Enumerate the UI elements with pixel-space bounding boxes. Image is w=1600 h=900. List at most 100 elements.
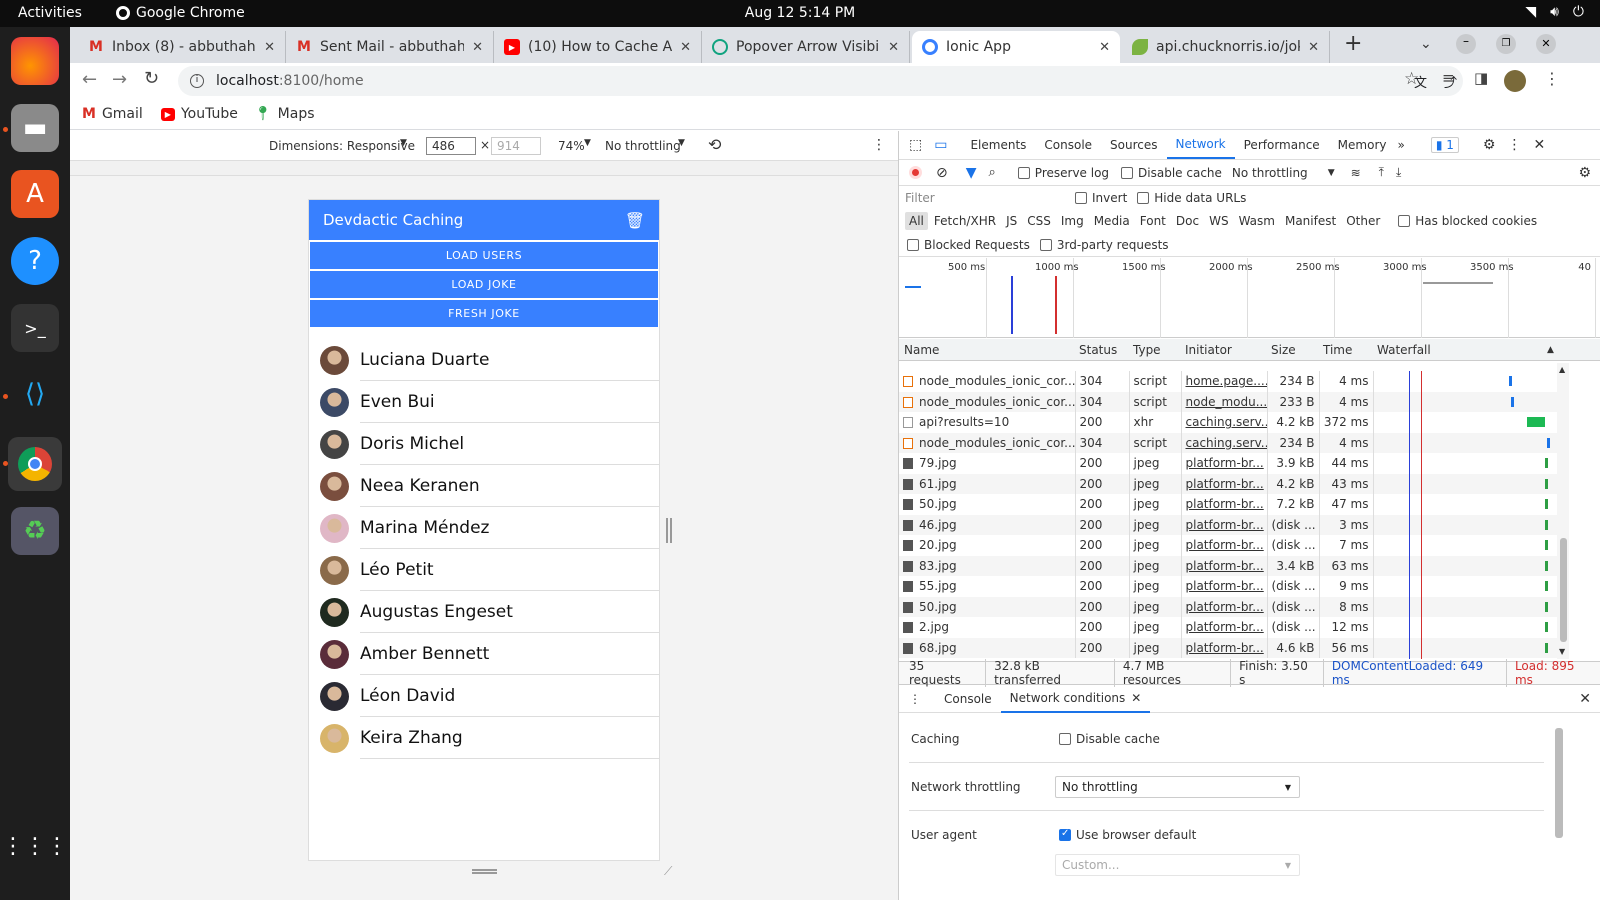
timeline-overview[interactable]: 500 ms 1000 ms 1500 ms 2000 ms 2500 ms 3000 m…: [899, 258, 1600, 338]
filter-input[interactable]: Filter: [905, 191, 1065, 205]
filter-font[interactable]: Font: [1136, 212, 1170, 230]
close-icon[interactable]: ✕: [888, 40, 899, 55]
bookmark-youtube[interactable]: ▶ YouTube: [160, 106, 238, 122]
dimensions-select[interactable]: Dimensions: Responsive: [269, 139, 415, 153]
avatar[interactable]: [1504, 70, 1526, 92]
tab-search-chevron-icon[interactable]: ⌄: [1420, 36, 1432, 52]
cell-initiator[interactable]: node_modu...: [1181, 391, 1268, 412]
table-row[interactable]: node_modules_ionic_cor... 304 script node_m…: [899, 391, 1559, 412]
tab-0[interactable]: M Inbox (8) - abbuthahir ✕: [78, 31, 286, 63]
user-agent-select[interactable]: Custom... ▼: [1055, 854, 1300, 876]
new-tab-button[interactable]: +: [1344, 31, 1362, 56]
reading-list-icon[interactable]: ≡: [1442, 69, 1455, 87]
filter-manifest[interactable]: Manifest: [1281, 212, 1340, 230]
menu-icon[interactable]: ⋮: [1544, 69, 1560, 88]
close-icon[interactable]: ✕: [264, 40, 275, 55]
system-tray[interactable]: ◥ 🔊︎ ⏻: [1525, 4, 1584, 20]
filter-other[interactable]: Other: [1342, 212, 1384, 230]
preserve-log-checkbox[interactable]: [1017, 166, 1030, 179]
cell-initiator[interactable]: caching.serv...: [1181, 432, 1268, 453]
cell-initiator[interactable]: platform-br...: [1181, 555, 1268, 576]
filter-doc[interactable]: Doc: [1172, 212, 1203, 230]
tab-5[interactable]: api.chucknorris.io/jokes ✕: [1122, 31, 1330, 63]
cell-initiator[interactable]: platform-br...: [1181, 596, 1268, 617]
tab-sources[interactable]: Sources: [1101, 131, 1166, 159]
filter-ws[interactable]: WS: [1205, 212, 1232, 230]
drawer-tab-network-conditions[interactable]: Network conditions ✕: [1000, 685, 1151, 713]
table-row[interactable]: 79.jpg 200 jpeg platform-br... 3.9 kB 44 ms: [899, 453, 1559, 474]
cell-initiator[interactable]: caching.serv...: [1181, 412, 1268, 433]
chrome-icon[interactable]: [8, 437, 62, 491]
drawer-menu-icon[interactable]: ⋮: [909, 692, 921, 706]
list-item[interactable]: Neea Keranen: [309, 465, 659, 507]
bookmark-gmail[interactable]: M Gmail: [82, 106, 143, 122]
table-row[interactable]: 50.jpg 200 jpeg platform-br... 7.2 kB 47 ms: [899, 494, 1559, 515]
settings-gear-icon[interactable]: ⚙: [1483, 137, 1496, 153]
tab-3[interactable]: Popover Arrow Visibility ✕: [702, 31, 910, 63]
minimize-button[interactable]: –: [1456, 34, 1476, 54]
list-item[interactable]: Léo Petit: [309, 549, 659, 591]
import-har-icon[interactable]: ⤒: [1379, 165, 1384, 180]
blocked-requests-checkbox[interactable]: [907, 238, 919, 251]
drawer-disable-cache[interactable]: Disable cache: [1059, 732, 1160, 746]
close-icon[interactable]: ✕: [1131, 691, 1141, 705]
reload-button[interactable]: ↻: [144, 68, 159, 89]
table-row[interactable]: api?results=10 200 xhr caching.serv... 4.2 k…: [899, 412, 1559, 433]
column-initiator[interactable]: Initiator: [1185, 343, 1232, 357]
forward-button[interactable]: →: [112, 69, 127, 90]
cell-initiator[interactable]: platform-br...: [1181, 494, 1268, 515]
search-icon[interactable]: ⌕: [989, 165, 996, 180]
disable-cache-checkbox[interactable]: [1121, 166, 1134, 179]
filter-icon[interactable]: ▼: [966, 165, 977, 181]
close-icon[interactable]: ✕: [1099, 40, 1110, 55]
side-panel-icon[interactable]: ◨: [1474, 69, 1488, 87]
trash-icon[interactable]: 🗑︎: [625, 211, 645, 230]
more-tabs-icon[interactable]: »: [1397, 138, 1404, 152]
close-icon[interactable]: ✕: [1308, 40, 1319, 55]
scroll-up-icon[interactable]: ▲: [1559, 365, 1565, 374]
load-users-button[interactable]: LOAD USERS: [310, 242, 658, 269]
tab-1[interactable]: M Sent Mail - abbuthahir ✕: [286, 31, 494, 63]
close-icon[interactable]: ✕: [472, 40, 483, 55]
help-icon[interactable]: ?: [11, 237, 59, 285]
network-conditions-icon[interactable]: ≋: [1351, 166, 1361, 180]
drawer-scrollbar[interactable]: [1555, 728, 1563, 838]
throttling-select[interactable]: No throttling: [605, 139, 681, 153]
filter-img[interactable]: Img: [1057, 212, 1088, 230]
disable-cache-checkbox[interactable]: [1059, 733, 1071, 745]
table-row[interactable]: 61.jpg 200 jpeg platform-br... 4.2 kB 43 ms: [899, 473, 1559, 494]
table-scrollbar[interactable]: ▲ ▼: [1557, 363, 1569, 659]
use-browser-default[interactable]: Use browser default: [1059, 828, 1196, 842]
tab-elements[interactable]: Elements: [961, 131, 1035, 159]
cell-initiator[interactable]: platform-br...: [1181, 473, 1268, 494]
scroll-down-icon[interactable]: ▼: [1559, 647, 1565, 656]
list-item[interactable]: Doris Michel: [309, 423, 659, 465]
address-bar[interactable]: i localhost:8100/home 文 ⤴: [178, 66, 1463, 96]
column-name[interactable]: Name: [904, 343, 939, 357]
height-input[interactable]: 914: [491, 137, 541, 155]
cell-initiator[interactable]: platform-br...: [1181, 535, 1268, 556]
cell-initiator[interactable]: platform-br...: [1181, 576, 1268, 597]
close-drawer-icon[interactable]: ✕: [1579, 691, 1591, 707]
close-icon[interactable]: ✕: [680, 40, 691, 55]
list-item[interactable]: Léon David: [309, 675, 659, 717]
list-item[interactable]: Even Bui: [309, 381, 659, 423]
table-row[interactable]: 46.jpg 200 jpeg platform-br... (disk ... 3 ms: [899, 514, 1559, 535]
terminal-icon[interactable]: >_: [11, 304, 59, 352]
table-row[interactable]: 83.jpg 200 jpeg platform-br... 3.4 kB 63 ms: [899, 555, 1559, 576]
column-time[interactable]: Time: [1323, 343, 1352, 357]
device-toggle-icon[interactable]: ▭: [934, 137, 947, 153]
has-blocked-cookies-checkbox[interactable]: [1398, 215, 1411, 227]
cell-initiator[interactable]: platform-br...: [1181, 453, 1268, 474]
filter-css[interactable]: CSS: [1023, 212, 1055, 230]
info-icon[interactable]: i: [190, 74, 204, 88]
tab-2[interactable]: ▶ (10) How to Cache API ✕: [494, 31, 702, 63]
issues-badge[interactable]: ▮ 1: [1430, 137, 1459, 153]
table-row[interactable]: 20.jpg 200 jpeg platform-br... (disk ... 7 ms: [899, 535, 1559, 556]
resize-corner-icon[interactable]: ⟋: [664, 864, 672, 879]
cell-initiator[interactable]: platform-br...: [1181, 514, 1268, 535]
bookmark-maps[interactable]: 📍︎ Maps: [254, 106, 315, 122]
cell-initiator[interactable]: platform-br...: [1181, 637, 1268, 658]
table-row[interactable]: 55.jpg 200 jpeg platform-br... (disk ... 9 ms: [899, 576, 1559, 597]
list-item[interactable]: Marina Méndez: [309, 507, 659, 549]
